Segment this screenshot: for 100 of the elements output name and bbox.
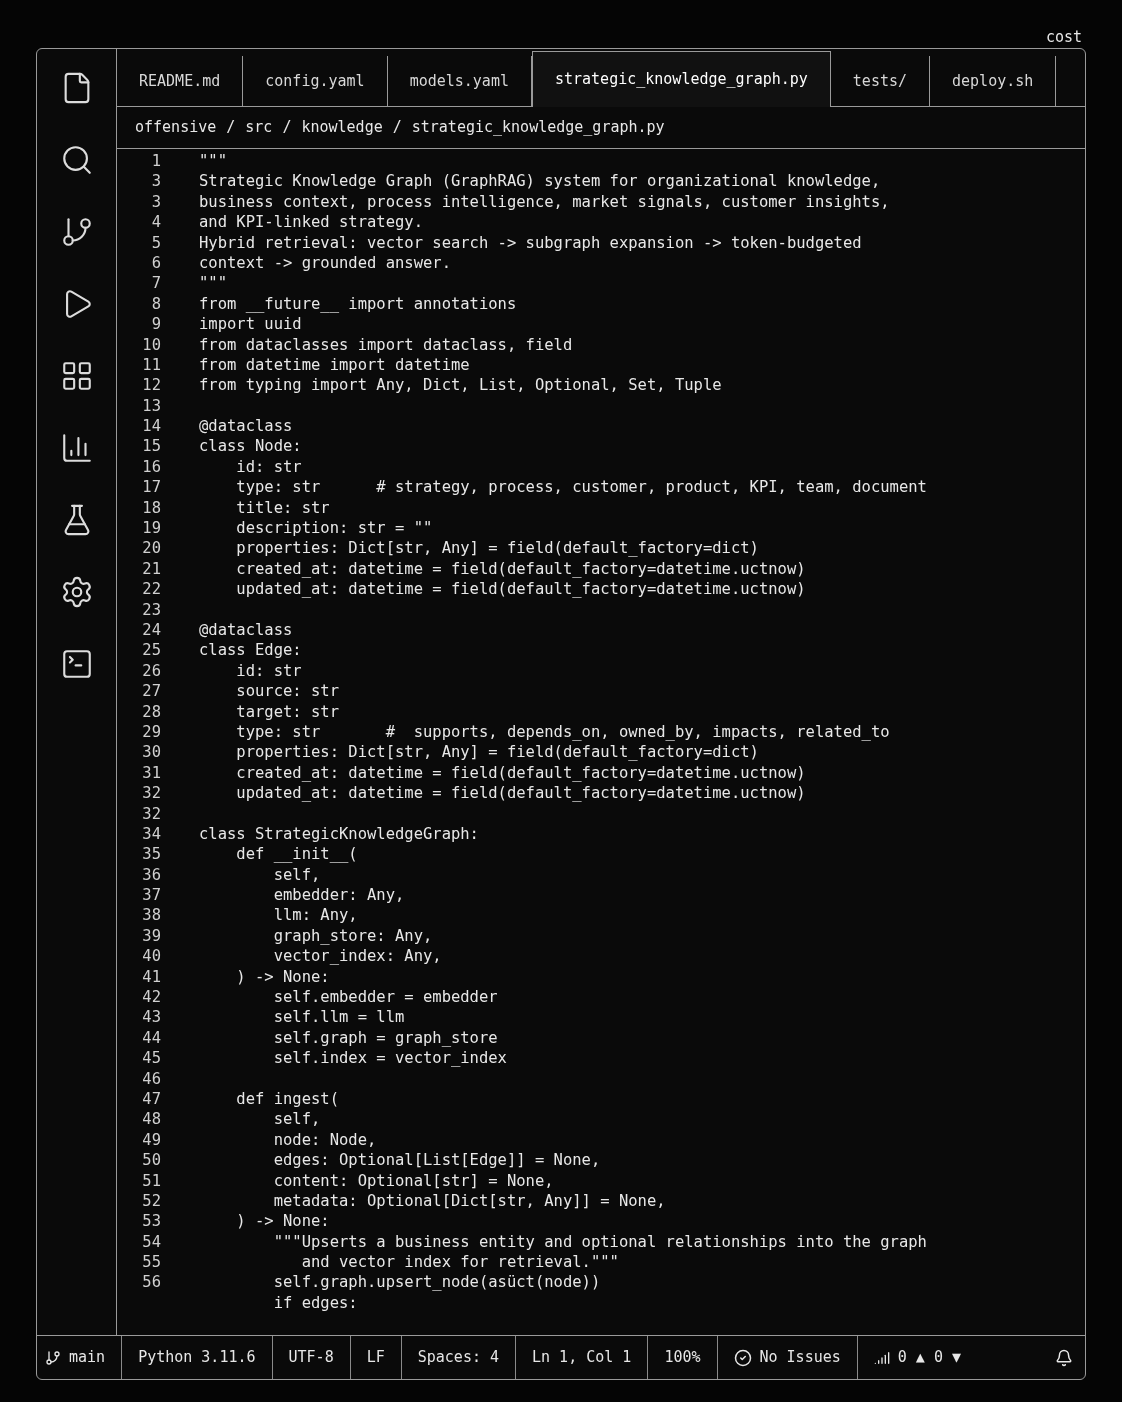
- breadcrumb-item[interactable]: src: [245, 116, 273, 139]
- line-number: 54: [142, 1232, 161, 1251]
- code-line: ) -> None:: [235, 967, 330, 986]
- line-number: 18: [142, 498, 161, 517]
- line-number: 26: [142, 661, 161, 680]
- code-line: content: Optional[str] = None,: [272, 1171, 554, 1190]
- breadcrumb-separator: /: [392, 117, 402, 139]
- line-number: 7: [151, 274, 161, 293]
- code-line: def __init__(: [235, 845, 358, 864]
- line-number: 30: [142, 743, 161, 762]
- code-line: self.index = vector_index: [272, 1049, 507, 1068]
- code-line: from datetime import datetime: [199, 355, 470, 374]
- code-line: context -> grounded answer.: [199, 253, 451, 272]
- line-number: 6: [151, 253, 161, 272]
- line-number: 3: [151, 172, 161, 191]
- branch-name[interactable]: main: [69, 1346, 106, 1369]
- line-number: 20: [142, 539, 161, 558]
- line-number: 46: [142, 1069, 161, 1088]
- line-number: 22: [142, 580, 161, 599]
- code-line: updated_at: datetime = field(default_factory=datetime.uctnow): [235, 784, 806, 803]
- editor-tab[interactable]: deploy.sh: [930, 56, 1057, 106]
- code-line: class StrategicKnowledgeGraph:: [199, 824, 479, 843]
- signal-icon: [873, 1349, 890, 1366]
- code-line: and vector index for retrieval.""": [300, 1253, 619, 1272]
- line-number: 32: [142, 784, 161, 803]
- code-line: graph_store: Any,: [272, 926, 433, 945]
- code-line: self.graph.upsert_node(asüct(node)): [272, 1273, 601, 1292]
- code-line: self,: [272, 1110, 321, 1129]
- line-number: 19: [142, 519, 161, 538]
- line-number: 40: [142, 947, 161, 966]
- line-number: 24: [142, 621, 161, 639]
- line-number: 39: [142, 926, 161, 945]
- line-number: 5: [151, 233, 161, 252]
- line-number: 25: [142, 641, 161, 660]
- line-number: 38: [142, 906, 161, 925]
- breadcrumb-item[interactable]: offensive: [135, 116, 217, 139]
- code-line: self.embedder = embedder: [272, 988, 498, 1006]
- code-line: import uuid: [199, 315, 302, 334]
- line-number: 49: [142, 1130, 161, 1149]
- line-number: 28: [142, 702, 161, 721]
- code-line: """Upserts a business entity and optional relationships into the graph: [272, 1232, 927, 1251]
- code-line: vector_index: Any,: [272, 947, 442, 966]
- code-line: class Node:: [199, 437, 302, 456]
- code-line: embedder: Any,: [272, 886, 405, 905]
- status-item[interactable]: UTF-8: [272, 1336, 351, 1379]
- line-number: 32: [142, 804, 161, 823]
- code-line: source: str: [235, 682, 339, 701]
- editor-tab[interactable]: README.md: [117, 56, 244, 106]
- breadcrumb-item[interactable]: strategic_knowledge_graph.py: [411, 116, 665, 139]
- code-line: Hybrid retrieval: vector search -> subgraph expansion -> token-budgeted: [199, 233, 862, 252]
- line-number: 55: [142, 1253, 161, 1272]
- code-line: and KPI-linked strategy.: [199, 213, 423, 232]
- status-item[interactable]: Python 3.11.6: [122, 1336, 273, 1379]
- code-line: self,: [272, 865, 321, 884]
- line-number: 12: [142, 376, 161, 395]
- line-number: 17: [142, 478, 161, 497]
- code-line: description: str = "": [235, 519, 433, 538]
- breadcrumb-separator: /: [226, 117, 236, 139]
- code-line: title: str: [235, 498, 330, 517]
- issues-status[interactable]: No Issues: [759, 1346, 841, 1369]
- editor-tab[interactable]: config.yaml: [243, 56, 388, 106]
- line-number: 36: [142, 865, 161, 884]
- code-line: def ingest(: [235, 1089, 339, 1108]
- status-item[interactable]: 100%: [648, 1336, 718, 1379]
- notification-bell-icon[interactable]: [1055, 1348, 1073, 1367]
- code-line: updated_at: datetime = field(default_factory=datetime.uctnow): [235, 580, 806, 599]
- line-number: 47: [142, 1089, 161, 1108]
- code-line: from typing import Any, Dict, List, Optional, Set, Tuple: [199, 376, 722, 395]
- code-line: target: str: [235, 702, 339, 721]
- editor-tab[interactable]: strategic_knowledge_graph.py: [531, 51, 831, 107]
- editor-tab[interactable]: tests/: [830, 56, 931, 106]
- code-line: edges: Optional[List[Edge]] = None,: [272, 1151, 601, 1170]
- line-number: 14: [142, 417, 161, 436]
- line-number: 31: [142, 763, 161, 782]
- breadcrumb-item[interactable]: knowledge: [301, 116, 383, 139]
- line-number: 21: [142, 559, 161, 578]
- line-number: 34: [142, 824, 161, 843]
- line-number: 42: [142, 988, 161, 1006]
- code-line: created_at: datetime = field(default_factory=datetime.uctnow): [235, 559, 806, 578]
- sync-status[interactable]: 0 ▲ 0 ▼: [897, 1346, 961, 1369]
- code-line: from dataclasses import dataclass, field: [199, 335, 573, 354]
- line-number: 15: [142, 437, 161, 456]
- line-number: 13: [142, 396, 161, 415]
- line-number: 8: [151, 294, 161, 313]
- editor-tab[interactable]: models.yaml: [387, 56, 532, 106]
- line-number: 56: [142, 1273, 161, 1292]
- status-item[interactable]: Ln 1, Col 1: [516, 1336, 649, 1379]
- status-item[interactable]: Spaces: 4: [401, 1336, 517, 1379]
- line-number: 52: [142, 1191, 161, 1210]
- check-circle-icon: [733, 1348, 752, 1367]
- code-line: ) -> None:: [235, 1212, 330, 1231]
- code-line: """: [199, 152, 227, 170]
- code-line: self.llm = llm: [272, 1008, 405, 1027]
- code-line: """: [199, 274, 227, 293]
- code-line: id: str: [235, 661, 302, 680]
- line-number: 16: [142, 457, 161, 476]
- code-line: created_at: datetime = field(default_factory=datetime.uctnow): [235, 763, 806, 782]
- code-line: self.graph = graph_store: [272, 1028, 498, 1047]
- corner-label: cost: [1045, 27, 1082, 48]
- status-item[interactable]: LF: [350, 1336, 402, 1379]
